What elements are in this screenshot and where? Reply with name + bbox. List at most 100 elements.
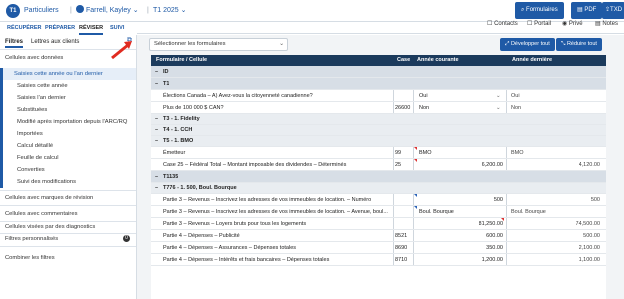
tab-recuperer[interactable]: RÉCUPÉRER	[7, 22, 42, 35]
collapse-toggle-icon[interactable]: –	[155, 66, 158, 78]
grid-section-row[interactable]: – T1135	[151, 171, 606, 183]
col-header-current: Année courante	[417, 57, 459, 63]
previous-year-value: 500.00	[583, 233, 600, 239]
grid-row: Émetteur 99 BMO BMO	[151, 147, 606, 159]
current-year-value[interactable]: Boul. Bourque	[419, 206, 454, 218]
grid-row: Partie 4 – Dépenses – Intérêts et frais …	[151, 254, 606, 266]
cell-divider	[413, 230, 414, 241]
annotation-arrow-icon	[111, 41, 132, 60]
filter-item[interactable]: Importées	[0, 128, 136, 140]
chevron-down-icon: ⌄	[132, 7, 139, 14]
current-year-value[interactable]: Non	[419, 102, 429, 114]
tab-suivi[interactable]: SUIVI	[110, 22, 124, 35]
tab-lettres-clients[interactable]: Lettres aux clients	[31, 37, 79, 48]
portail-label: Portail	[534, 21, 552, 27]
current-year-value[interactable]: Oui	[419, 90, 428, 102]
cell-divider	[393, 206, 394, 217]
filter-item[interactable]: Saisies cette année ou l'an dernier	[0, 68, 136, 80]
prive-toggle[interactable]: ◉ Privé	[562, 20, 583, 27]
form-select[interactable]: Sélectionner les formulaires ⌄	[149, 38, 288, 51]
filter-group-personnalises-label: Filtres personnalisés	[5, 236, 59, 242]
tab-filtres[interactable]: Filtres	[5, 37, 24, 48]
grid-section-row[interactable]: – T4 - 1. CCH	[151, 125, 606, 136]
secondary-toolbar: ☐ Contacts ☐ Portail ◉ Privé ▤ Notes	[137, 14, 624, 34]
previous-year-value: BMO	[511, 150, 524, 156]
collapse-all-button[interactable]: ⤡ Réduire tout	[556, 38, 602, 51]
current-year-value[interactable]: 1,200.00	[482, 254, 503, 266]
grid-section-row[interactable]: – T5 - 1. BMO	[151, 136, 606, 147]
filter-group-personnalises[interactable]: Filtres personnalisés 0	[0, 233, 136, 245]
collapse-toggle-icon[interactable]: –	[155, 114, 158, 125]
filter-item[interactable]: Modifié après importation depuis l'ARC/R…	[0, 116, 136, 128]
previous-year-value: Boul. Bourque	[511, 209, 546, 215]
cell-divider	[393, 194, 394, 205]
contacts-link[interactable]: ☐ Contacts	[487, 20, 518, 27]
collapse-all-label: Réduire tout	[566, 41, 597, 47]
cell-divider	[393, 242, 394, 253]
cell-divider	[506, 159, 507, 170]
collapse-toggle-icon[interactable]: –	[155, 171, 158, 183]
current-year-value[interactable]: 81,250.00	[479, 218, 503, 230]
divider	[0, 190, 136, 191]
grid-row: Partie 3 – Revenus – Loyers bruts pour t…	[151, 218, 606, 230]
collapse-toggle-icon[interactable]: –	[155, 136, 158, 147]
portail-link[interactable]: ☐ Portail	[527, 20, 551, 27]
grid-section-row[interactable]: – T776 - 1. 500, Boul. Bourque	[151, 183, 606, 194]
filter-item[interactable]: Substituées	[0, 104, 136, 116]
grid-section-row[interactable]: – ID	[151, 66, 606, 78]
breadcrumb-client-label: Farrell, Kayley	[86, 7, 131, 14]
filters-sidebar: Filtres Lettres aux clients ⧉ Cellules a…	[0, 35, 137, 299]
cell-divider	[413, 90, 414, 101]
cell-label: Partie 4 – Dépenses – Assurances – Dépen…	[163, 245, 296, 251]
cell-label: Plus de 100 000 $ CAN?	[163, 105, 224, 111]
filter-item[interactable]: Feuille de calcul	[0, 152, 136, 164]
current-year-value[interactable]: 600.00	[486, 230, 503, 242]
grid-row: Plus de 100 000 $ CAN? 26600 Non Non ⌄	[151, 102, 606, 114]
filter-item[interactable]: Converties	[0, 164, 136, 176]
filter-group-commentaires[interactable]: Cellules avec commentaires	[0, 208, 136, 220]
filter-item[interactable]: Calcul détaillé	[0, 140, 136, 152]
collapse-toggle-icon[interactable]: –	[155, 78, 158, 90]
collapse-toggle-icon[interactable]: –	[155, 125, 158, 136]
cell-label: Partie 3 – Revenus – Inscrivez les adres…	[163, 209, 388, 215]
grid-section-row[interactable]: – T1	[151, 78, 606, 90]
cell-divider	[506, 102, 507, 113]
filter-item[interactable]: Saisies cette année	[0, 80, 136, 92]
search-icon: ⌕	[521, 7, 525, 13]
filter-group-revision[interactable]: Cellules avec marques de révision	[0, 192, 136, 204]
cell-divider	[506, 254, 507, 265]
combine-filters[interactable]: Combiner les filtres	[0, 252, 136, 264]
section-label: ID	[163, 69, 169, 75]
expand-all-button[interactable]: ⤢ Développer tout	[500, 38, 555, 51]
cell-divider	[413, 218, 414, 229]
notes-link[interactable]: ▤ Notes	[595, 20, 618, 27]
current-year-value[interactable]: BMO	[419, 147, 432, 159]
grid-row: Case 25 – Fédéral Total – Montant imposa…	[151, 159, 606, 171]
breadcrumb-particuliers[interactable]: Particuliers	[24, 5, 59, 17]
tab-reviser[interactable]: RÉVISER	[79, 22, 104, 35]
filter-group-diagnostics[interactable]: Cellules visées par des diagnostics	[0, 221, 136, 233]
col-header-case: Case	[397, 57, 411, 63]
current-year-value[interactable]: 350.00	[486, 242, 503, 254]
chevron-down-icon: ⌄	[180, 7, 187, 14]
col-header-previous: Année dernière	[512, 57, 553, 63]
current-year-value[interactable]: 6,200.00	[482, 159, 503, 171]
previous-year-value: Non	[511, 105, 522, 111]
filter-item[interactable]: Saisies l'an dernier	[0, 92, 136, 104]
case-number: 26600	[395, 105, 411, 111]
formulaires-button-label: Formulaires	[526, 7, 558, 13]
cell-marker-icon	[414, 147, 417, 150]
filter-item[interactable]: Suivi des modifications	[0, 176, 136, 188]
previous-year-value: Oui	[511, 93, 520, 99]
chevron-down-icon[interactable]: ⌄	[496, 102, 501, 114]
tab-preparer[interactable]: PRÉPARER	[45, 22, 75, 35]
grid-section-row[interactable]: – T3 - 1. Fidelity	[151, 114, 606, 125]
previous-year-value: 4,120.00	[578, 162, 600, 168]
chevron-down-icon[interactable]: ⌄	[496, 90, 501, 102]
collapse-toggle-icon[interactable]: –	[155, 183, 158, 194]
section-label: T1135	[163, 174, 179, 180]
current-year-value[interactable]: 500	[494, 194, 503, 206]
cell-label: Partie 3 – Revenus – Loyers bruts pour t…	[163, 221, 307, 227]
breadcrumb-client[interactable]: Farrell, Kayley ⌄	[76, 5, 139, 17]
app-logo: T1	[6, 4, 20, 18]
